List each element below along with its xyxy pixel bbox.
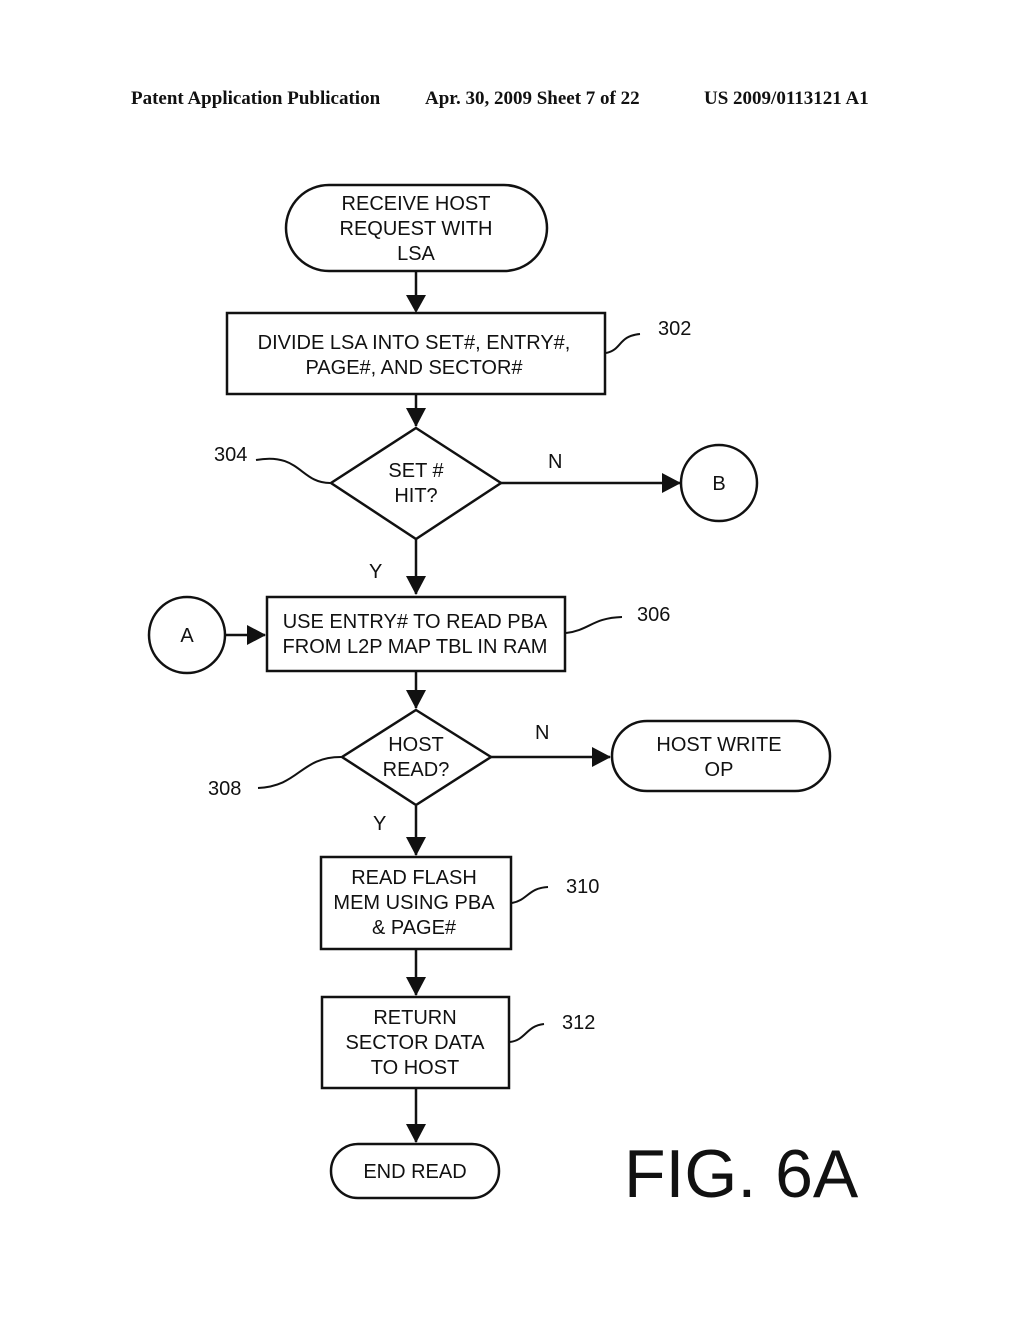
- arrowhead: [406, 837, 426, 856]
- leader-312: [509, 1023, 545, 1043]
- arrowhead: [406, 295, 426, 313]
- leader-308: [257, 756, 342, 789]
- node-304-line-1: SET #: [388, 460, 444, 482]
- node-308-line-2: READ?: [383, 759, 450, 781]
- edge-label-308-yes: Y: [373, 813, 386, 835]
- connector-a: A: [147, 595, 227, 675]
- edge-label-308-no: N: [535, 722, 549, 744]
- node-302-line-1: DIVIDE LSA INTO SET#, ENTRY#,: [258, 332, 571, 354]
- leader-310: [511, 886, 549, 904]
- node-start: RECEIVE HOST REQUEST WITH LSA: [284, 183, 549, 273]
- arrowhead: [592, 747, 611, 767]
- connector-a-label: A: [180, 625, 194, 647]
- node-host-write: HOST WRITE OP: [610, 719, 832, 793]
- node-310-line-1: READ FLASH: [351, 867, 477, 889]
- node-host-write-line-1: HOST WRITE: [656, 734, 781, 756]
- node-304-line-2: HIT?: [394, 485, 437, 507]
- leader-304: [255, 457, 331, 484]
- ref-306: 306: [637, 604, 670, 626]
- node-306: USE ENTRY# TO READ PBA FROM L2P MAP TBL …: [265, 595, 670, 673]
- arrowhead: [406, 690, 426, 709]
- node-310-line-3: & PAGE#: [372, 917, 457, 939]
- node-end-line-1: END READ: [363, 1161, 466, 1183]
- node-start-line-3: LSA: [397, 243, 435, 265]
- node-end: END READ: [329, 1142, 501, 1200]
- ref-312: 312: [562, 1012, 595, 1034]
- ref-308: 308: [208, 778, 241, 800]
- node-312: RETURN SECTOR DATA TO HOST 312: [320, 995, 595, 1090]
- ref-302: 302: [658, 318, 691, 340]
- flowchart: N Y N Y RECEIVE HOST REQUEST WITH LSA DI…: [147, 183, 859, 1212]
- leader-302: [605, 333, 641, 354]
- node-304: SET # HIT? 304: [214, 426, 504, 541]
- connector-b: B: [679, 443, 759, 523]
- node-start-line-1: RECEIVE HOST: [342, 193, 491, 215]
- node-310-line-2: MEM USING PBA: [333, 892, 495, 914]
- node-312-line-3: TO HOST: [371, 1057, 460, 1079]
- node-host-write-line-2: OP: [705, 759, 734, 781]
- node-310: READ FLASH MEM USING PBA & PAGE# 310: [319, 855, 599, 951]
- node-312-line-2: SECTOR DATA: [346, 1032, 486, 1054]
- arrowhead: [406, 408, 426, 427]
- node-308-line-1: HOST: [388, 734, 444, 756]
- node-302: DIVIDE LSA INTO SET#, ENTRY#, PAGE#, AND…: [225, 311, 691, 396]
- figure-label: FIG. 6A: [624, 1136, 859, 1212]
- node-308: HOST READ? 308: [208, 708, 494, 807]
- arrowhead: [406, 977, 426, 996]
- arrowhead: [406, 576, 426, 595]
- node-302-line-2: PAGE#, AND SECTOR#: [305, 357, 523, 379]
- arrowhead: [247, 625, 266, 645]
- node-312-line-1: RETURN: [373, 1007, 456, 1029]
- node-306-line-2: FROM L2P MAP TBL IN RAM: [283, 636, 548, 658]
- node-306-line-1: USE ENTRY# TO READ PBA: [283, 611, 548, 633]
- ref-310: 310: [566, 876, 599, 898]
- arrowhead: [662, 473, 681, 493]
- edge-label-304-no: N: [548, 451, 562, 473]
- edge-label-304-yes: Y: [369, 561, 382, 583]
- node-start-line-2: REQUEST WITH: [340, 218, 493, 240]
- leader-306: [565, 616, 623, 634]
- arrowhead: [406, 1124, 426, 1143]
- connector-b-label: B: [712, 473, 725, 495]
- ref-304: 304: [214, 444, 247, 466]
